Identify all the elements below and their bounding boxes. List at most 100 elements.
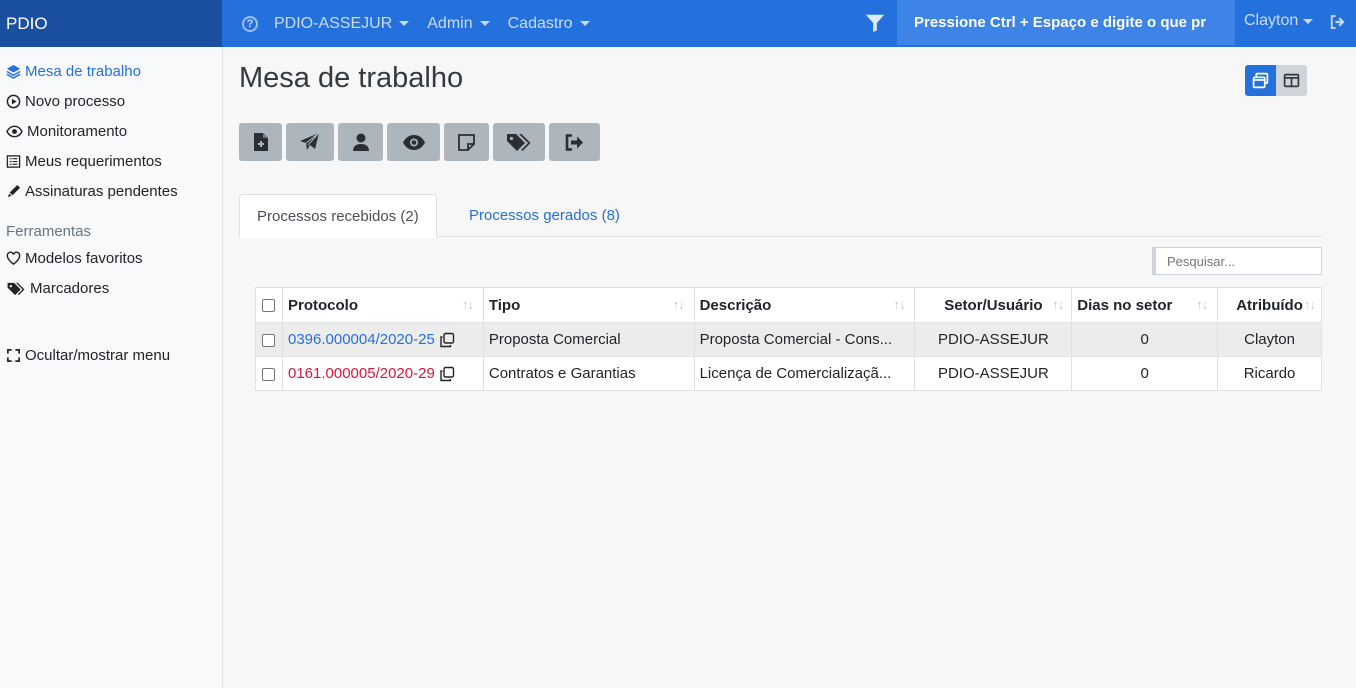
tags-icon	[507, 133, 531, 151]
split-view-button[interactable]	[1276, 65, 1307, 96]
protocolo-link[interactable]: 0161.000005/2020-29	[288, 365, 435, 382]
sidebar-item-marcadores[interactable]: Marcadores	[6, 280, 109, 297]
menu-admin-label: Admin	[427, 14, 473, 32]
sort-icon: ↑↓	[1196, 297, 1208, 312]
window-view-button[interactable]	[1245, 65, 1276, 96]
column-protocolo[interactable]: Protocolo ↑↓	[281, 287, 484, 323]
column-tipo[interactable]: Tipo ↑↓	[482, 287, 695, 323]
layers-icon	[6, 64, 21, 79]
list-box-icon	[6, 155, 21, 168]
view-toggle	[1245, 65, 1307, 96]
menu-cadastro[interactable]: Cadastro	[508, 15, 590, 33]
protocolo-cell: 0161.000005/2020-29	[281, 356, 484, 391]
caret-down-icon	[579, 21, 590, 26]
table-row[interactable]: 0161.000005/2020-29 Contratos e Garantia…	[255, 356, 1322, 391]
caret-down-icon	[1303, 18, 1314, 24]
menu-unit-label: PDIO-ASSEJUR	[274, 14, 393, 32]
tools-heading: Ferramentas	[6, 223, 92, 240]
caret-down-icon	[399, 21, 410, 26]
sidebar-item-monitoramento[interactable]: Monitoramento	[6, 123, 127, 140]
windows-icon	[1252, 72, 1269, 89]
setor-cell: PDIO-ASSEJUR	[914, 356, 1073, 391]
copy-icon[interactable]	[439, 332, 455, 348]
sticky-note-icon	[458, 133, 475, 151]
column-descricao[interactable]: Descrição ↑↓	[693, 287, 916, 323]
setor-cell: PDIO-ASSEJUR	[914, 322, 1073, 357]
sort-icon: ↑↓	[1304, 297, 1316, 312]
select-all-cell	[255, 287, 283, 323]
column-label: Tipo	[488, 296, 521, 314]
sidebar-item-label: Meus requerimentos	[25, 153, 162, 170]
sort-icon: ↑↓	[672, 297, 685, 312]
toggle-menu-button[interactable]: Ocultar/mostrar menu	[6, 347, 170, 364]
copy-icon[interactable]	[439, 366, 455, 382]
column-label: Descrição	[699, 296, 772, 314]
tags-button[interactable]	[493, 123, 545, 161]
user-icon	[352, 133, 369, 151]
atribuido-cell: Clayton	[1217, 322, 1322, 357]
logout-icon[interactable]	[1328, 13, 1346, 31]
send-button[interactable]	[286, 123, 334, 161]
table-row[interactable]: 0396.000004/2020-25 Proposta Comercial P…	[255, 322, 1322, 357]
row-checkbox[interactable]	[262, 333, 276, 347]
select-all-checkbox[interactable]	[262, 299, 276, 313]
menu-cadastro-label: Cadastro	[507, 14, 573, 32]
pen-icon	[7, 184, 21, 198]
sign-out-icon	[565, 133, 583, 151]
sidebar-item-requerimentos[interactable]: Meus requerimentos	[6, 153, 162, 170]
new-document-button[interactable]	[239, 123, 282, 161]
table-search-input[interactable]	[1152, 247, 1322, 275]
process-table: Protocolo ↑↓ Tipo ↑↓ Descrição ↑↓ Setor/Usu…	[255, 287, 1322, 391]
protocolo-link[interactable]: 0396.000004/2020-25	[288, 331, 435, 348]
user-menu[interactable]: Clayton	[1244, 12, 1314, 30]
tab-processos-gerados[interactable]: Processos gerados (8)	[452, 194, 637, 237]
columns-icon	[1283, 73, 1300, 88]
exit-button[interactable]	[549, 123, 600, 161]
paper-plane-icon	[300, 133, 320, 150]
eye-icon	[6, 125, 23, 138]
atribuido-cell: Ricardo	[1217, 356, 1322, 391]
sidebar-item-label: Modelos favoritos	[25, 250, 143, 267]
descricao-cell: Licença de Comercializaçã...	[693, 356, 916, 391]
sort-icon: ↑↓	[1052, 297, 1064, 312]
global-search-input[interactable]: Pressione Ctrl + Espaço e digite o que p…	[897, 0, 1235, 45]
row-select-cell	[255, 322, 283, 357]
filter-icon[interactable]	[864, 12, 886, 34]
dias-cell: 0	[1071, 356, 1219, 391]
sidebar-item-novo-processo[interactable]: Novo processo	[6, 93, 125, 110]
sidebar-item-label: Assinaturas pendentes	[25, 183, 178, 200]
assign-user-button[interactable]	[338, 123, 383, 161]
column-label: Dias no setor	[1077, 296, 1173, 314]
column-setor[interactable]: Setor/Usuário ↑↓	[914, 287, 1073, 323]
column-dias[interactable]: Dias no setor ↑↓	[1071, 287, 1219, 323]
row-select-cell	[255, 356, 283, 391]
column-label: Setor/Usuário	[944, 296, 1043, 314]
tipo-cell: Contratos e Garantias	[482, 356, 695, 391]
column-label: Protocolo	[287, 296, 358, 314]
sidebar-item-label: Marcadores	[30, 280, 110, 297]
sidebar-item-mesa[interactable]: Mesa de trabalho	[6, 63, 141, 80]
tab-processos-recebidos[interactable]: Processos recebidos (2)	[239, 194, 437, 238]
sort-icon: ↑↓	[461, 297, 474, 312]
sidebar-item-modelos-favoritos[interactable]: Modelos favoritos	[6, 250, 143, 267]
eye-icon	[402, 134, 425, 150]
help-icon[interactable]: ?	[242, 15, 258, 32]
caret-down-icon	[479, 21, 490, 26]
toggle-menu-label: Ocultar/mostrar menu	[25, 347, 171, 364]
row-checkbox[interactable]	[262, 367, 276, 381]
sidebar-item-assinaturas[interactable]: Assinaturas pendentes	[6, 183, 178, 200]
column-label: Atribuído	[1236, 296, 1303, 314]
view-button[interactable]	[387, 123, 440, 161]
brand-logo[interactable]: PDIO	[0, 0, 222, 47]
heart-icon	[6, 251, 21, 265]
column-atribuido[interactable]: Atribuído ↑↓	[1217, 287, 1322, 323]
menu-unit[interactable]: PDIO-ASSEJUR	[274, 14, 410, 33]
user-name: Clayton	[1244, 12, 1299, 29]
sidebar-item-label: Mesa de trabalho	[25, 63, 141, 80]
menu-admin[interactable]: Admin	[427, 14, 490, 33]
page-title: Mesa de trabalho	[239, 62, 464, 94]
sidebar-item-label: Monitoramento	[27, 123, 128, 140]
table-header-row: Protocolo ↑↓ Tipo ↑↓ Descrição ↑↓ Setor/Usu…	[255, 287, 1322, 323]
note-button[interactable]	[444, 123, 489, 161]
sidebar: Mesa de trabalho Novo processo Monitoram…	[0, 47, 223, 688]
